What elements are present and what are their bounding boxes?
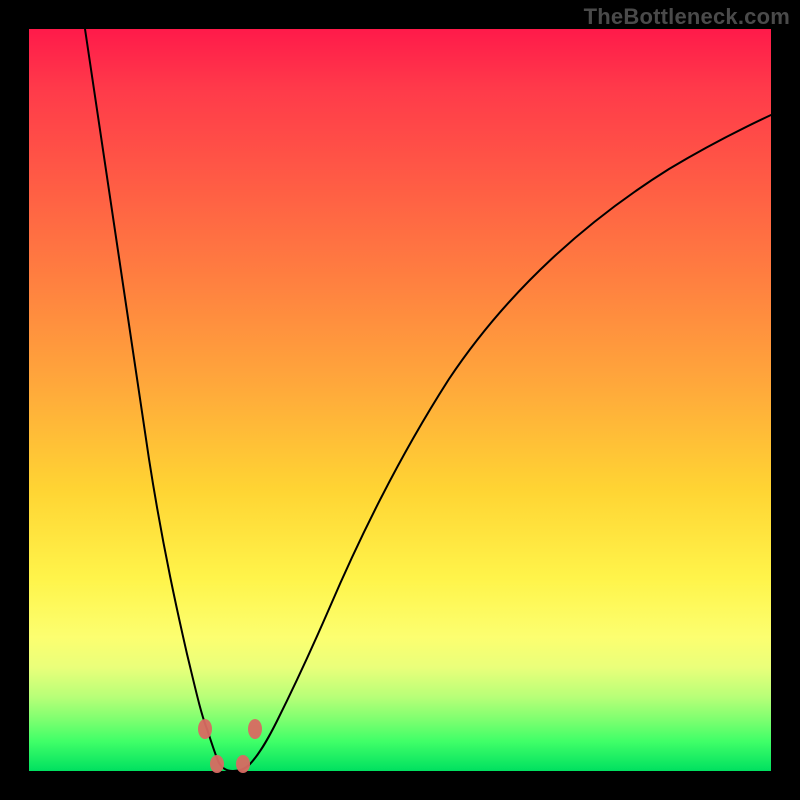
watermark-text: TheBottleneck.com	[584, 4, 790, 30]
chart-plot-area	[29, 29, 771, 771]
curve-layer	[29, 29, 771, 771]
curve-marker	[198, 719, 212, 739]
bottleneck-curve	[85, 29, 771, 771]
curve-marker	[248, 719, 262, 739]
curve-marker	[210, 755, 224, 773]
curve-marker	[236, 755, 250, 773]
